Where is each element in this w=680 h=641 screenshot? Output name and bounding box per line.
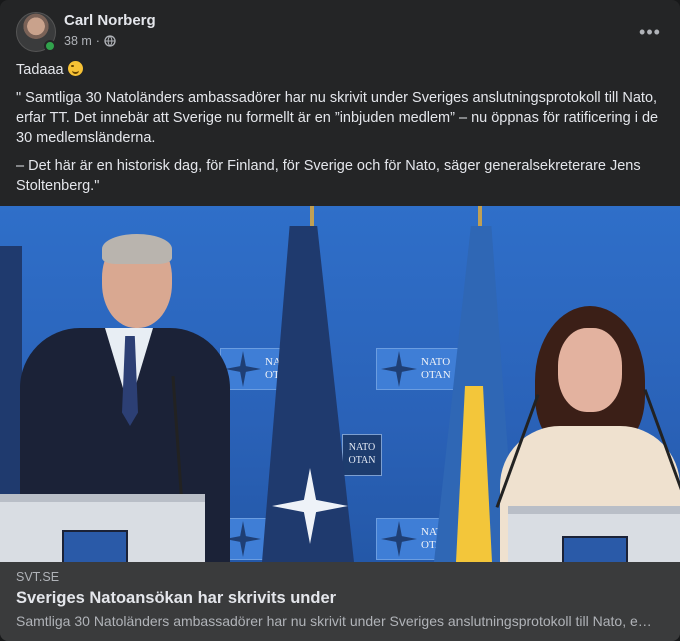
post-text-intro: Tadaaa: [16, 62, 64, 78]
post-text: Tadaaa " Samtliga 30 Natoländers ambassa…: [16, 60, 664, 204]
nato-plate: NATO OTAN: [342, 434, 382, 476]
link-domain: SVT.SE: [16, 570, 60, 584]
post-image[interactable]: NATOOTAN NATOOTAN NATOOTAN NATOOTAN NATO…: [0, 206, 680, 562]
speaker-hair: [102, 234, 172, 264]
podium-nato-emblem: [62, 530, 128, 562]
nato-backdrop-logo: NATOOTAN: [376, 348, 462, 390]
post-text-line1: Tadaaa: [16, 60, 664, 80]
author-name[interactable]: Carl Norberg: [64, 12, 156, 29]
link-preview-card[interactable]: SVT.SE Sveriges Natoansökan har skrivits…: [0, 562, 680, 641]
post-meta: 38 m ·: [64, 34, 116, 48]
winking-face-emoji-icon: [67, 61, 83, 76]
link-description: Samtliga 30 Natoländers ambassadörer har…: [16, 613, 656, 629]
online-status-indicator: [44, 40, 56, 52]
link-title[interactable]: Sveriges Natoansökan har skrivits under: [16, 589, 336, 608]
facebook-post: Carl Norberg 38 m · ••• Tadaaa " Samtlig…: [0, 0, 680, 641]
post-timestamp[interactable]: 38 m: [64, 34, 92, 48]
nato-star-icon: [381, 521, 417, 557]
more-horizontal-icon: •••: [639, 21, 661, 42]
globe-icon[interactable]: [104, 35, 116, 47]
speaker-face: [558, 328, 622, 412]
post-header: Carl Norberg 38 m · •••: [16, 12, 664, 54]
more-options-button[interactable]: •••: [636, 18, 664, 46]
backdrop-logo-text: NATOOTAN: [421, 356, 451, 381]
meta-separator: ·: [95, 34, 100, 48]
podium-nato-emblem: [562, 536, 628, 562]
post-text-paragraph-1: " Samtliga 30 Natoländers ambassadörer h…: [16, 90, 659, 146]
post-text-paragraph-2: – Det här är en historisk dag, för Finla…: [16, 158, 641, 194]
nato-star-icon: [381, 351, 417, 387]
